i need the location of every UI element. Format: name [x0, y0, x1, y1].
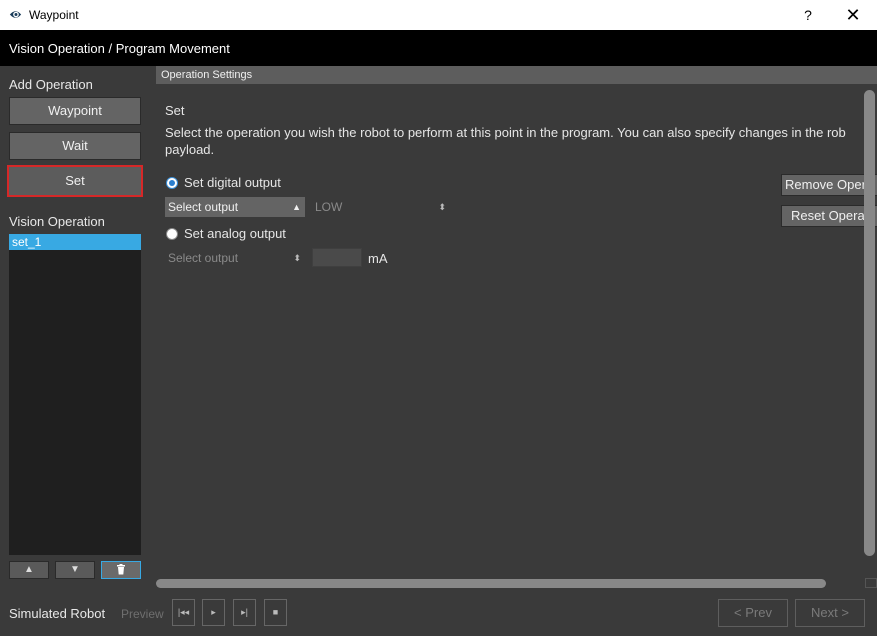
step-forward-icon[interactable]: ▸|	[233, 599, 256, 626]
window-titlebar: Waypoint ? ✕	[0, 0, 877, 30]
digital-output-radio[interactable]: Set digital output	[166, 175, 281, 190]
description-line-1: Select the operation you wish the robot …	[165, 125, 846, 140]
select-arrow-icon: ▲	[292, 202, 301, 212]
vision-operation-label: Vision Operation	[9, 214, 105, 229]
left-panel: Add Operation Waypoint Wait Set Vision O…	[0, 66, 150, 586]
select-arrow-icon: ⬍	[293, 253, 301, 263]
window-title: Waypoint	[29, 8, 79, 22]
close-button[interactable]: ✕	[842, 4, 864, 26]
digital-output-select[interactable]: Select output ▲	[165, 197, 305, 217]
help-button[interactable]: ?	[798, 4, 818, 26]
add-waypoint-button[interactable]: Waypoint	[9, 97, 141, 125]
bottom-bar: Simulated Robot Preview |◂◂ ▸ ▸| ■ < Pre…	[0, 590, 877, 636]
robot-label: Simulated Robot	[9, 606, 106, 621]
page-header: Vision Operation / Program Movement	[0, 30, 877, 66]
settings-title: Set	[165, 103, 185, 118]
digital-output-label: Set digital output	[184, 175, 281, 190]
scroll-corner	[865, 578, 877, 588]
description-line-2: payload.	[165, 142, 215, 157]
vertical-scrollbar[interactable]	[864, 90, 875, 556]
prev-button[interactable]: < Prev	[718, 599, 788, 627]
analog-value-input[interactable]	[312, 248, 362, 267]
digital-output-select-value: Select output	[168, 200, 239, 214]
analog-output-radio[interactable]: Set analog output	[166, 226, 286, 241]
breadcrumb: Vision Operation / Program Movement	[9, 41, 230, 56]
analog-output-label: Set analog output	[184, 226, 286, 241]
stop-icon[interactable]: ■	[264, 599, 287, 626]
add-wait-button[interactable]: Wait	[9, 132, 141, 160]
add-set-button[interactable]: Set	[7, 165, 143, 197]
settings-description: Select the operation you wish the robot …	[165, 124, 875, 158]
horizontal-scrollbar[interactable]	[156, 579, 826, 588]
remove-operation-button[interactable]: Remove Oper	[781, 174, 877, 196]
delete-icon[interactable]	[101, 561, 141, 579]
analog-output-select-value: Select output	[168, 251, 239, 265]
add-operation-label: Add Operation	[9, 77, 93, 92]
select-arrow-icon: ⬍	[438, 202, 446, 212]
radio-unchecked-icon	[166, 227, 178, 240]
analog-output-select[interactable]: Select output ⬍	[165, 248, 305, 268]
digital-level-select[interactable]: LOW ⬍	[312, 197, 450, 217]
operation-settings-panel: Set Select the operation you wish the ro…	[156, 84, 877, 586]
reset-operation-button[interactable]: Reset Operat	[781, 205, 877, 227]
app-logo-icon	[9, 11, 22, 18]
analog-unit-label: mA	[368, 251, 388, 266]
digital-level-select-value: LOW	[315, 200, 343, 214]
radio-checked-icon	[166, 176, 178, 189]
operation-settings-header: Operation Settings	[156, 66, 877, 84]
skip-to-start-icon[interactable]: |◂◂	[172, 599, 195, 626]
preview-label: Preview	[121, 607, 164, 621]
list-item[interactable]: set_1	[9, 234, 141, 250]
next-button[interactable]: Next >	[795, 599, 865, 627]
move-down-icon[interactable]: ▼	[55, 561, 95, 579]
move-up-icon[interactable]: ▲	[9, 561, 49, 579]
play-icon[interactable]: ▸	[202, 599, 225, 626]
operation-list: set_1	[9, 234, 141, 555]
